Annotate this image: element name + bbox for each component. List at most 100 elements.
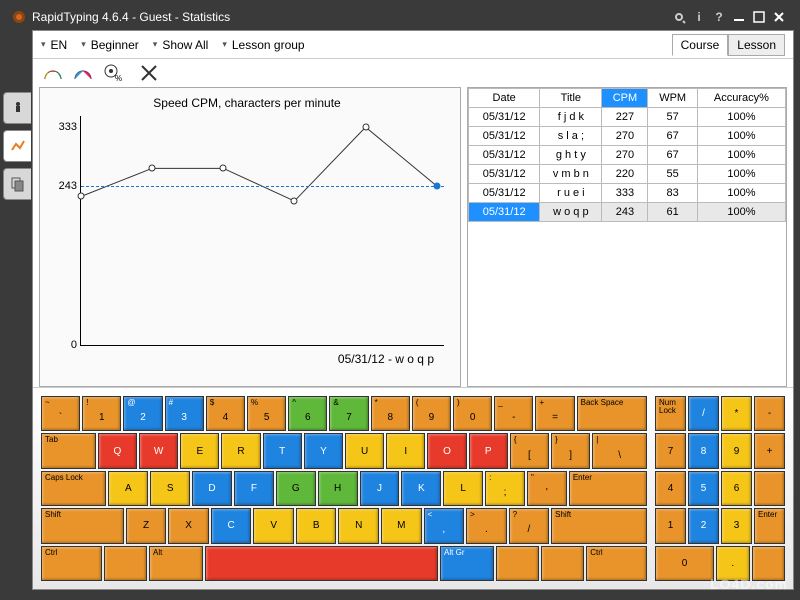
col-title[interactable]: Title xyxy=(540,89,602,108)
key-[interactable]: <, xyxy=(424,508,465,543)
key-c[interactable]: C xyxy=(211,508,252,543)
minimize-button[interactable] xyxy=(730,9,748,25)
maximize-button[interactable] xyxy=(750,9,768,25)
key-[interactable]: "' xyxy=(527,471,567,506)
key-y[interactable]: Y xyxy=(304,433,343,468)
key-0[interactable]: 0 xyxy=(655,546,714,581)
key-[interactable]: |\ xyxy=(592,433,647,468)
key-a[interactable]: A xyxy=(108,471,148,506)
table-row[interactable]: 05/31/12s l a ;27067100% xyxy=(469,127,786,146)
key-9[interactable]: (9 xyxy=(412,396,451,431)
key-6[interactable]: ^6 xyxy=(288,396,327,431)
key-[interactable]: - xyxy=(754,396,785,431)
key-j[interactable]: J xyxy=(360,471,400,506)
col-cpm[interactable]: CPM xyxy=(602,89,648,108)
key-r[interactable]: R xyxy=(221,433,260,468)
key-v[interactable]: V xyxy=(253,508,294,543)
key-1[interactable]: !1 xyxy=(82,396,121,431)
key-h[interactable]: H xyxy=(318,471,358,506)
key-8[interactable]: 8 xyxy=(688,433,719,468)
key-shift[interactable]: Shift xyxy=(551,508,647,543)
key-capslock[interactable]: Caps Lock xyxy=(41,471,106,506)
key-enter[interactable]: Enter xyxy=(754,508,785,543)
chart-point[interactable] xyxy=(362,124,369,131)
key-blank[interactable] xyxy=(496,546,539,581)
key-ctrl[interactable]: Ctrl xyxy=(586,546,647,581)
key-blank[interactable] xyxy=(752,546,786,581)
menu-filter[interactable]: Show All xyxy=(153,38,209,52)
table-row[interactable]: 05/31/12f j d k22757100% xyxy=(469,108,786,127)
key-[interactable]: {[ xyxy=(510,433,549,468)
settings-icon[interactable] xyxy=(670,9,688,25)
col-accuracy%[interactable]: Accuracy% xyxy=(697,89,785,108)
key-f[interactable]: F xyxy=(234,471,274,506)
col-wpm[interactable]: WPM xyxy=(648,89,697,108)
col-date[interactable]: Date xyxy=(469,89,540,108)
key-0[interactable]: )0 xyxy=(453,396,492,431)
tab-lesson[interactable]: Lesson xyxy=(728,34,785,56)
key-blank[interactable] xyxy=(104,546,147,581)
key-altgr[interactable]: Alt Gr xyxy=(440,546,494,581)
key-7[interactable]: &7 xyxy=(329,396,368,431)
tab-course[interactable]: Course xyxy=(672,34,729,56)
key-[interactable]: :; xyxy=(485,471,525,506)
key-shift[interactable]: Shift xyxy=(41,508,124,543)
key-5[interactable]: 5 xyxy=(688,471,719,506)
key-4[interactable]: $4 xyxy=(206,396,245,431)
key-[interactable]: _- xyxy=(494,396,533,431)
key-3[interactable]: 3 xyxy=(721,508,752,543)
key-p[interactable]: P xyxy=(469,433,508,468)
side-tab-course[interactable] xyxy=(3,168,31,200)
key-tab[interactable]: Tab xyxy=(41,433,96,468)
key-[interactable]: * xyxy=(721,396,752,431)
close-button[interactable] xyxy=(770,9,788,25)
table-row[interactable]: 05/31/12v m b n22055100% xyxy=(469,165,786,184)
key-i[interactable]: I xyxy=(386,433,425,468)
key-9[interactable]: 9 xyxy=(721,433,752,468)
key-[interactable]: / xyxy=(688,396,719,431)
chart-point[interactable] xyxy=(78,193,85,200)
key-e[interactable]: E xyxy=(180,433,219,468)
key-n[interactable]: N xyxy=(338,508,379,543)
table-row[interactable]: 05/31/12r u e i33383100% xyxy=(469,184,786,203)
key-b[interactable]: B xyxy=(296,508,337,543)
key-numlock[interactable]: Num Lock xyxy=(655,396,686,431)
key-w[interactable]: W xyxy=(139,433,178,468)
key-x[interactable]: X xyxy=(168,508,209,543)
gauge-color-icon[interactable] xyxy=(43,63,63,83)
key-7[interactable]: 7 xyxy=(655,433,686,468)
key-g[interactable]: G xyxy=(276,471,316,506)
chart-point[interactable] xyxy=(149,165,156,172)
table-row[interactable]: 05/31/12g h t y27067100% xyxy=(469,146,786,165)
delete-icon[interactable] xyxy=(139,63,159,83)
key-4[interactable]: 4 xyxy=(655,471,686,506)
menu-level[interactable]: Beginner xyxy=(81,38,139,52)
menu-group[interactable]: Lesson group xyxy=(222,38,304,52)
target-percent-icon[interactable]: % xyxy=(103,63,123,83)
info-icon[interactable]: i xyxy=(690,9,708,25)
key-o[interactable]: O xyxy=(427,433,466,468)
key-l[interactable]: L xyxy=(443,471,483,506)
help-icon[interactable]: ? xyxy=(710,9,728,25)
table-row[interactable]: 05/31/12w o q p24361100% xyxy=(469,203,786,222)
key-q[interactable]: Q xyxy=(98,433,137,468)
key-k[interactable]: K xyxy=(401,471,441,506)
key-2[interactable]: 2 xyxy=(688,508,719,543)
key-[interactable]: . xyxy=(716,546,750,581)
key-2[interactable]: @2 xyxy=(123,396,162,431)
key-ctrl[interactable]: Ctrl xyxy=(41,546,102,581)
key-z[interactable]: Z xyxy=(126,508,167,543)
key-[interactable]: >. xyxy=(466,508,507,543)
side-tab-lesson[interactable] xyxy=(3,92,31,124)
key-[interactable]: }] xyxy=(551,433,590,468)
key-3[interactable]: #3 xyxy=(165,396,204,431)
key-blank[interactable] xyxy=(754,471,785,506)
gauge2-icon[interactable] xyxy=(73,63,93,83)
key-[interactable]: += xyxy=(535,396,574,431)
key-1[interactable]: 1 xyxy=(655,508,686,543)
chart-point[interactable] xyxy=(291,198,298,205)
key-[interactable]: ?/ xyxy=(509,508,550,543)
key-8[interactable]: *8 xyxy=(371,396,410,431)
key-d[interactable]: D xyxy=(192,471,232,506)
chart-point[interactable] xyxy=(433,183,440,190)
